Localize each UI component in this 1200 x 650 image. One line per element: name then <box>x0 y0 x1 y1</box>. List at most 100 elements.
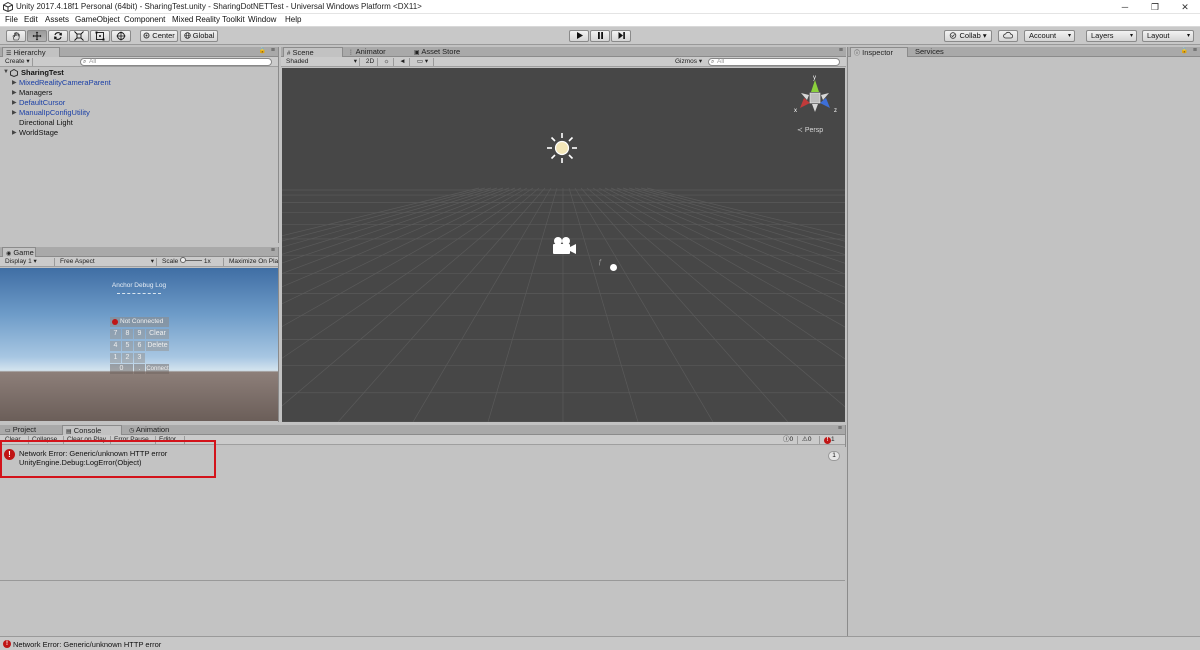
cursor-sphere-icon[interactable] <box>610 264 617 271</box>
keypad-9[interactable]: 9 <box>134 329 145 339</box>
rect-tool-button[interactable] <box>90 30 110 42</box>
tab-services[interactable]: Services <box>912 47 962 57</box>
camera-icon[interactable] <box>549 234 579 258</box>
perspective-toggle[interactable]: ≺ Persp <box>797 126 823 134</box>
effects-dropdown[interactable]: ▭ ▾ <box>412 58 434 66</box>
maximize-on-play-toggle[interactable]: Maximize On Pla <box>227 258 279 266</box>
keypad-7[interactable]: 7 <box>110 329 121 339</box>
shading-mode-dropdown[interactable]: Shaded ▾ <box>284 58 360 66</box>
expand-arrow-icon[interactable]: ▶ <box>12 89 17 96</box>
minimize-button[interactable]: ─ <box>1110 0 1140 14</box>
tab-animation[interactable]: ◷ Animation <box>126 425 186 435</box>
clear-key[interactable]: Clear <box>146 329 169 339</box>
keypad-3[interactable]: 3 <box>134 353 145 363</box>
expand-arrow-icon[interactable]: ▶ <box>12 99 17 106</box>
close-button[interactable]: ✕ <box>1170 0 1200 14</box>
keypad-dot[interactable]: . <box>134 364 145 374</box>
scale-tool-button[interactable] <box>69 30 89 42</box>
panel-menu-icon[interactable]: ≡ <box>838 425 842 432</box>
console-warning-filter[interactable]: ⚠0 <box>800 436 820 444</box>
expand-arrow-icon[interactable]: ▶ <box>12 109 17 116</box>
expand-arrow-icon[interactable]: ▶ <box>12 129 17 136</box>
hierarchy-item-worldstage[interactable]: WorldStage <box>19 128 58 137</box>
layout-dropdown[interactable]: Layout ▾ <box>1142 30 1194 42</box>
create-dropdown[interactable]: Create ▾ <box>3 58 33 66</box>
menu-mixed-reality-toolkit[interactable]: Mixed Reality Toolkit <box>172 15 245 24</box>
rotate-tool-button[interactable] <box>48 30 68 42</box>
move-tool-button[interactable] <box>27 30 47 42</box>
directional-light-icon[interactable] <box>544 131 580 165</box>
orientation-gizmo[interactable]: y x z <box>790 72 840 122</box>
global-space-toggle[interactable]: Global <box>180 30 218 42</box>
menu-component[interactable]: Component <box>124 15 165 24</box>
inspector-tab-bar: ⓘ Inspector Services 🔒 ≡ <box>848 47 1200 57</box>
panel-menu-icon[interactable]: ≡ <box>1193 47 1197 54</box>
panel-menu-icon[interactable]: ≡ <box>271 247 275 254</box>
keypad-8[interactable]: 8 <box>122 329 133 339</box>
keypad-0[interactable]: 0 <box>110 364 133 374</box>
scale-slider[interactable]: Scale 1x <box>160 257 224 266</box>
menu-assets[interactable]: Assets <box>45 15 69 24</box>
panel-menu-icon[interactable]: ≡ <box>839 47 843 54</box>
connect-key[interactable]: Connect <box>146 364 169 374</box>
audio-toggle[interactable]: ◄ <box>396 58 410 66</box>
display-dropdown[interactable]: Display 1 ▾ <box>3 258 55 266</box>
keypad-6[interactable]: 6 <box>134 341 145 351</box>
console-error-filter[interactable]: ! 1 <box>822 436 842 444</box>
hand-tool-button[interactable] <box>6 30 26 42</box>
keypad-2[interactable]: 2 <box>122 353 133 363</box>
status-bar[interactable]: ! Network Error: Generic/unknown HTTP er… <box>0 636 1200 650</box>
hierarchy-item-defaultcursor[interactable]: DefaultCursor <box>19 98 65 107</box>
menu-help[interactable]: Help <box>285 15 301 24</box>
tab-scene[interactable]: # Scene <box>283 47 343 57</box>
game-view[interactable]: Anchor Debug Log Not Connected 7 8 9 Cle… <box>0 268 278 421</box>
chevron-down-icon: ▾ <box>353 58 357 65</box>
aspect-dropdown[interactable]: Free Aspect ▾ <box>58 258 157 266</box>
keypad-5[interactable]: 5 <box>122 341 133 351</box>
tab-inspector[interactable]: ⓘ Inspector <box>850 47 908 57</box>
layers-dropdown[interactable]: Layers ▾ <box>1086 30 1137 42</box>
menu-edit[interactable]: Edit <box>24 15 38 24</box>
transform-tool-button[interactable] <box>111 30 131 42</box>
hierarchy-item-managers[interactable]: Managers <box>19 88 52 97</box>
lighting-toggle[interactable]: ☼ <box>380 58 394 66</box>
menu-window[interactable]: Window <box>248 15 276 24</box>
hierarchy-item-directional-light[interactable]: Directional Light <box>19 118 73 127</box>
cloud-services-button[interactable] <box>998 30 1018 42</box>
keypad-1[interactable]: 1 <box>110 353 121 363</box>
restore-button[interactable]: ❐ <box>1140 0 1170 14</box>
pivot-center-toggle[interactable]: Center <box>140 30 178 42</box>
step-button[interactable] <box>611 30 631 42</box>
gizmos-dropdown[interactable]: Gizmos ▾ <box>673 58 706 66</box>
menu-gameobject[interactable]: GameObject <box>75 15 120 24</box>
hierarchy-item-manualipconfigutility[interactable]: ManualIpConfigUtility <box>19 108 90 117</box>
services-tab-label: Services <box>915 47 944 56</box>
keypad-4[interactable]: 4 <box>110 341 121 351</box>
hierarchy-search-input[interactable]: ⌕ All <box>80 58 272 66</box>
tab-hierarchy[interactable]: ☰ Hierarchy <box>2 47 60 57</box>
scene-root-label[interactable]: SharingTest <box>21 68 64 77</box>
tab-project[interactable]: ▭ Project <box>2 425 58 435</box>
slider-thumb[interactable] <box>180 257 187 263</box>
2d-toggle[interactable]: 2D <box>363 58 378 66</box>
delete-key[interactable]: Delete <box>146 341 169 351</box>
tab-console[interactable]: ▤ Console <box>62 425 122 435</box>
collab-dropdown[interactable]: Collab ▾ <box>944 30 992 42</box>
console-info-filter[interactable]: ⓘ0 <box>781 436 798 444</box>
expand-arrow-icon[interactable]: ▶ <box>12 79 17 86</box>
layout-label: Layout <box>1147 31 1170 40</box>
tab-asset-store[interactable]: ▣ Asset Store <box>411 47 475 57</box>
expand-arrow-icon[interactable]: ▼ <box>3 69 9 75</box>
panel-menu-icon[interactable]: ≡ <box>271 47 275 54</box>
tab-animator[interactable]: ⋮ Animator <box>345 47 409 57</box>
hierarchy-item-mixedrealitycameraparent[interactable]: MixedRealityCameraParent <box>19 78 111 87</box>
scene-search-input[interactable]: ⌕ All <box>708 58 840 66</box>
account-dropdown[interactable]: Account ▾ <box>1024 30 1075 42</box>
folder-icon: ▭ <box>5 428 11 434</box>
pause-button[interactable] <box>590 30 610 42</box>
scene-view[interactable]: ƒ y x z ≺ Persp <box>282 68 845 422</box>
menu-file[interactable]: File <box>5 15 18 24</box>
play-button[interactable] <box>569 30 589 42</box>
tab-game[interactable]: ◉ Game <box>2 247 36 257</box>
menu-bar: File Edit Assets GameObject Component Mi… <box>0 14 1200 27</box>
